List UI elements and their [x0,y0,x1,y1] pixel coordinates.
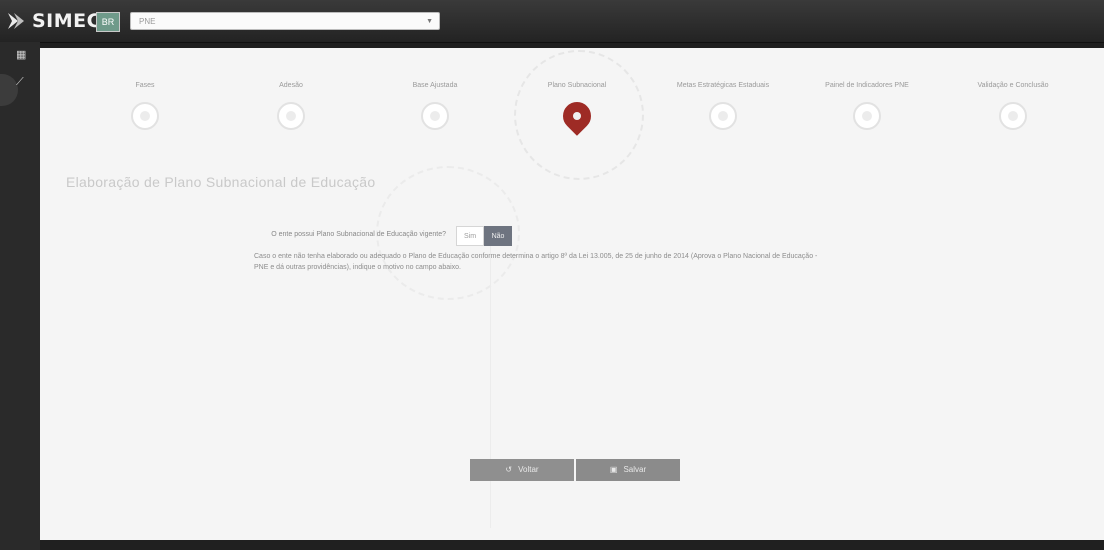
step-metas-estrategicas[interactable]: Metas Estratégicas Estaduais [648,82,798,130]
step-plano-subnacional[interactable]: Plano Subnacional [502,82,652,136]
step-label: Base Ajustada [412,82,458,89]
save-button-label: Salvar [623,465,647,474]
chart-icon[interactable]: ⟋ [16,76,24,89]
divider [490,228,491,528]
section-title: Elaboração de Plano Subnacional de Educa… [66,174,376,190]
chevron-down-icon: ▼ [426,18,433,25]
step-indicator-icon [709,102,737,130]
grid-icon[interactable]: ▦ [16,48,26,61]
save-button[interactable]: ▣ Salvar [576,459,680,481]
no-button[interactable]: Não [484,226,512,246]
save-icon: ▣ [609,465,618,474]
program-selector[interactable]: PNE ▼ [130,12,440,30]
top-navigation-bar: SIMEC BR PNE ▼ [0,0,1104,43]
step-indicator-icon [421,102,449,130]
step-painel-indicadores[interactable]: Painel de Indicadores PNE [792,82,942,130]
program-selector-value: PNE [139,17,156,26]
step-fases[interactable]: Fases [70,82,220,130]
step-indicator-icon [999,102,1027,130]
step-label: Plano Subnacional [547,82,607,89]
step-label: Fases [135,82,155,89]
step-indicator-icon [277,102,305,130]
step-indicator-icon [131,102,159,130]
instruction-text: Caso o ente não tenha elaborado ou adequ… [254,253,818,271]
step-adesao[interactable]: Adesão [216,82,366,130]
main-panel: Fases Adesão Base Ajustada Plano Subnaci… [40,48,1104,540]
bottom-edge [40,540,1104,550]
question-label: O ente possui Plano Subnacional de Educa… [271,231,446,238]
country-flag-button[interactable]: BR [96,12,120,32]
step-validacao[interactable]: Validação e Conclusão [938,82,1088,130]
map-pin-icon [557,96,597,136]
undo-icon: ↺ [505,465,513,474]
step-label: Painel de Indicadores PNE [825,82,909,89]
back-button[interactable]: ↺ Voltar [470,459,574,481]
step-label: Metas Estratégicas Estaduais [676,82,770,89]
step-label: Adesão [279,82,303,89]
back-button-label: Voltar [518,465,539,474]
yes-button[interactable]: Sim [456,226,484,246]
step-label: Validação e Conclusão [977,82,1049,89]
sidebar: ▦ ⟋ [0,42,40,550]
step-indicator-icon [853,102,881,130]
logo-chevron-icon [6,10,28,32]
step-base-ajustada[interactable]: Base Ajustada [360,82,510,130]
app-logo[interactable]: SIMEC [6,6,101,36]
app-name: SIMEC [32,10,102,32]
